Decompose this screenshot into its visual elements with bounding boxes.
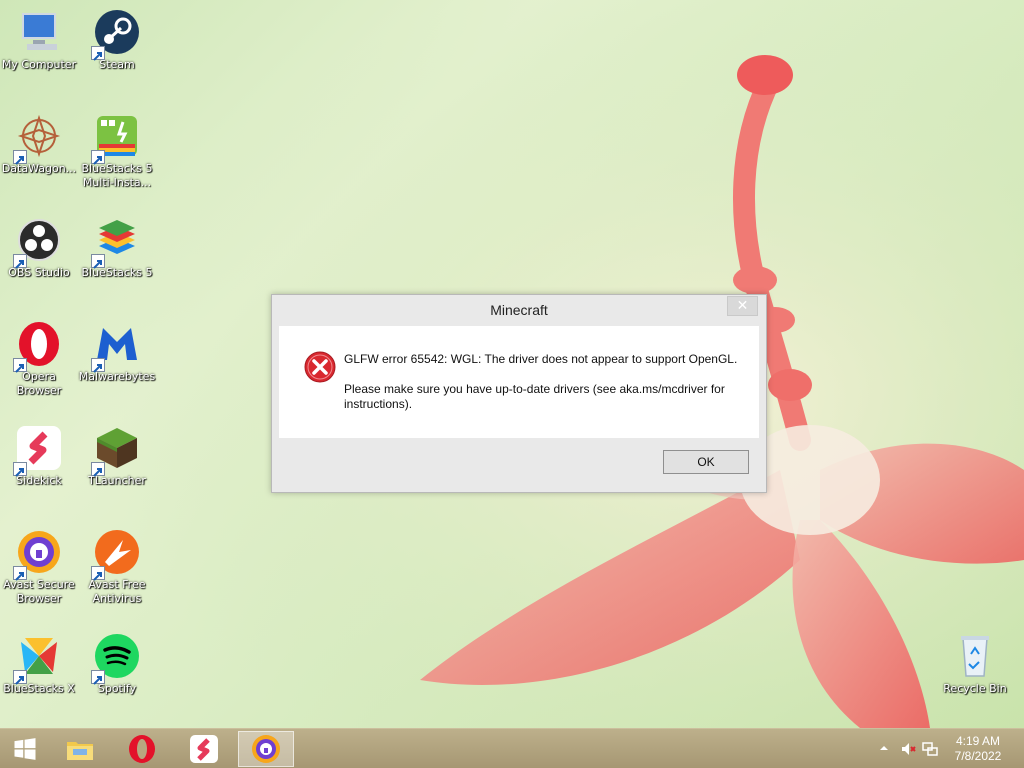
network-icon[interactable] bbox=[922, 741, 938, 757]
shortcut-arrow-icon bbox=[91, 670, 105, 685]
dialog-titlebar[interactable]: Minecraft ✕ bbox=[272, 295, 766, 325]
desktop-icon-label: Avast Free Antivirus bbox=[88, 578, 146, 605]
chevron-up-icon bbox=[880, 746, 888, 750]
avast-secure-browser-icon bbox=[252, 735, 280, 763]
desktop-icon-obs-studio[interactable]: OBS Studio bbox=[0, 216, 78, 280]
shortcut-arrow-icon bbox=[91, 254, 105, 269]
desktop-icon-bluestacks-x[interactable]: BlueStacks X bbox=[0, 632, 78, 696]
bluestacks-multi-instance-icon bbox=[91, 112, 141, 165]
error-icon bbox=[304, 351, 336, 383]
volume-muted-icon[interactable] bbox=[900, 741, 916, 757]
bluestacks-x-icon bbox=[13, 632, 63, 685]
desktop-icon-label: Sidekick bbox=[16, 474, 62, 487]
computer-icon bbox=[15, 8, 63, 56]
windows-logo-icon bbox=[14, 738, 36, 760]
error-dialog: Minecraft ✕ GLFW error 65542: WGL: The d… bbox=[271, 294, 767, 493]
desktop-icon-label: BlueStacks 5 bbox=[81, 266, 153, 279]
spotify-icon bbox=[91, 632, 141, 685]
desktop-icon-label: Opera Browser bbox=[16, 370, 62, 397]
ok-button[interactable]: OK bbox=[663, 450, 749, 474]
start-button[interactable] bbox=[0, 731, 50, 767]
taskbar-opera[interactable] bbox=[114, 731, 170, 767]
shortcut-arrow-icon bbox=[91, 566, 105, 581]
desktop-icon-spotify[interactable]: Spotify bbox=[78, 632, 156, 696]
desktop-icon-sidekick[interactable]: Sidekick bbox=[0, 424, 78, 488]
shortcut-arrow-icon bbox=[13, 670, 27, 685]
desktop-icon-tlauncher[interactable]: TLauncher bbox=[78, 424, 156, 488]
desktop-icon-avast-secure-browser[interactable]: Avast Secure Browser bbox=[0, 528, 78, 606]
shortcut-arrow-icon bbox=[91, 462, 105, 477]
desktop-icon-label: BlueStacks 5 Multi-Insta... bbox=[81, 162, 153, 189]
desktop-icon-label: Recycle Bin bbox=[943, 682, 1007, 695]
sidekick-icon bbox=[13, 424, 63, 477]
shortcut-arrow-icon bbox=[91, 46, 105, 61]
desktop-icon-label: Avast Secure Browser bbox=[3, 578, 75, 605]
datawagon-icon bbox=[13, 112, 63, 165]
taskbar-clock[interactable]: 4:19 AM 7/8/2022 bbox=[948, 734, 1008, 764]
bluestacks-icon bbox=[91, 216, 141, 269]
opera-icon bbox=[13, 320, 63, 373]
desktop-icon-label: TLauncher bbox=[88, 474, 146, 487]
dialog-content: GLFW error 65542: WGL: The driver does n… bbox=[279, 326, 759, 438]
desktop-icon-label: BlueStacks X bbox=[3, 682, 75, 695]
dialog-message: GLFW error 65542: WGL: The driver does n… bbox=[344, 352, 744, 427]
desktop-icon-label: My Computer bbox=[1, 58, 77, 71]
avast-secure-browser-icon bbox=[13, 528, 63, 581]
desktop-icon-opera-browser[interactable]: Opera Browser bbox=[0, 320, 78, 398]
taskbar-avast-secure-browser[interactable] bbox=[238, 731, 294, 767]
shortcut-arrow-icon bbox=[13, 150, 27, 165]
shortcut-arrow-icon bbox=[91, 358, 105, 373]
desktop-icon-avast-free-antivirus[interactable]: Avast Free Antivirus bbox=[78, 528, 156, 606]
close-icon: ✕ bbox=[736, 298, 749, 314]
desktop-icon-label: DataWagon... bbox=[1, 162, 77, 175]
desktop-icon-bluestacks5-multi[interactable]: BlueStacks 5 Multi-Insta... bbox=[78, 112, 156, 190]
shortcut-arrow-icon bbox=[13, 462, 27, 477]
desktop-icon-bluestacks5[interactable]: BlueStacks 5 bbox=[78, 216, 156, 280]
sidekick-icon bbox=[190, 735, 218, 763]
desktop-icon-label: Malwarebytes bbox=[78, 370, 156, 383]
instructions-message: Please make sure you have up-to-date dri… bbox=[344, 382, 725, 411]
desktop-icon-label: Steam bbox=[99, 58, 135, 71]
steam-icon bbox=[91, 8, 141, 61]
desktop-icon-malwarebytes[interactable]: Malwarebytes bbox=[78, 320, 156, 384]
shortcut-arrow-icon bbox=[13, 254, 27, 269]
desktop-icon-steam[interactable]: Steam bbox=[78, 8, 156, 72]
desktop-icon-label: Spotify bbox=[97, 682, 137, 695]
desktop-icon-datawagon[interactable]: DataWagon... bbox=[0, 112, 78, 176]
desktop-icon-label: OBS Studio bbox=[8, 266, 70, 279]
error-message: GLFW error 65542: WGL: The driver does n… bbox=[344, 352, 738, 366]
dialog-title: Minecraft bbox=[490, 302, 548, 318]
shortcut-arrow-icon bbox=[13, 358, 27, 373]
recycle-bin-icon bbox=[951, 632, 999, 680]
minecraft-grass-block-icon bbox=[91, 424, 141, 477]
clock-time: 4:19 AM bbox=[955, 734, 1001, 748]
malwarebytes-icon bbox=[91, 320, 141, 373]
clock-date: 7/8/2022 bbox=[954, 749, 1002, 763]
folder-icon bbox=[67, 742, 93, 760]
taskbar: 4:19 AM 7/8/2022 bbox=[0, 728, 1024, 768]
desktop-icon-recycle-bin[interactable]: Recycle Bin bbox=[936, 632, 1014, 696]
avast-antivirus-icon bbox=[91, 528, 141, 581]
opera-icon bbox=[129, 735, 155, 763]
desktop-icon-my-computer[interactable]: My Computer bbox=[0, 8, 78, 72]
shortcut-arrow-icon bbox=[91, 150, 105, 165]
obs-icon bbox=[13, 216, 63, 269]
close-button[interactable]: ✕ bbox=[727, 296, 758, 316]
show-hidden-icons-button[interactable] bbox=[878, 742, 894, 758]
taskbar-file-explorer[interactable] bbox=[52, 731, 108, 767]
shortcut-arrow-icon bbox=[13, 566, 27, 581]
system-tray: 4:19 AM 7/8/2022 bbox=[864, 729, 1024, 768]
taskbar-sidekick[interactable] bbox=[176, 731, 232, 767]
